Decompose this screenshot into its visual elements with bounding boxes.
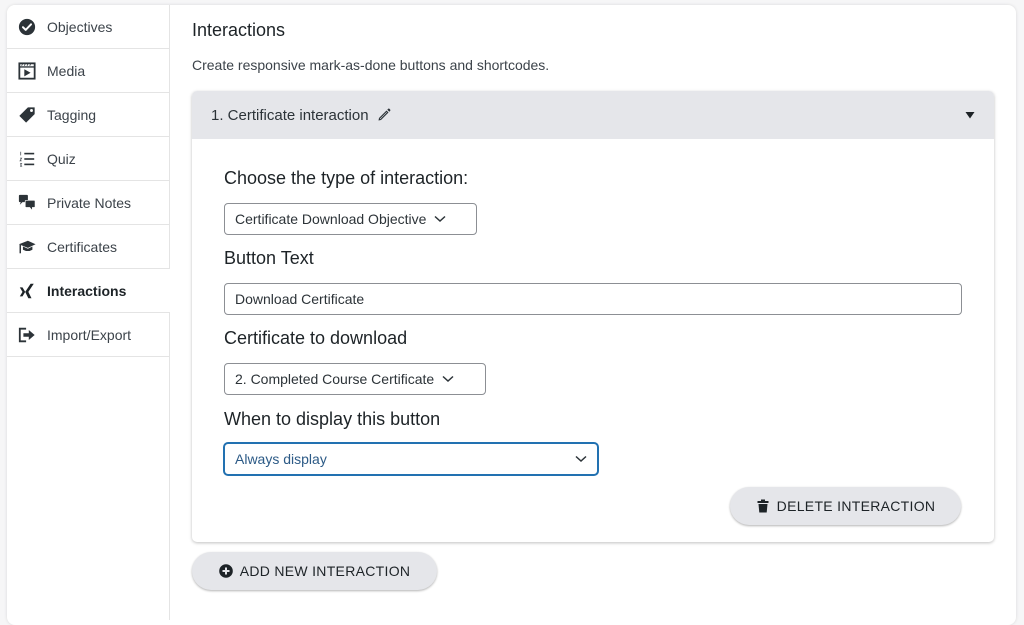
plus-circle-icon [218,564,233,578]
sidebar-item-certificates[interactable]: Certificates [7,225,169,269]
sidebar-item-label: Private Notes [47,194,132,211]
interaction-type-label: Choose the type of interaction: [224,168,469,188]
sidebar-item-media[interactable]: Media [7,49,169,93]
sidebar-item-label: Quiz [47,150,76,167]
export-icon [17,325,37,345]
page-description: Create responsive mark-as-done buttons a… [192,57,550,73]
collapse-caret-icon[interactable] [965,111,975,119]
button-text-label: Button Text [224,248,314,268]
interaction-card: 1. Certificate interaction Choose the ty… [192,91,994,542]
comments-icon [17,193,37,213]
graduation-cap-icon [17,237,37,257]
video-icon [17,61,37,81]
sidebar-item-private-notes[interactable]: Private Notes [7,181,169,225]
chevron-down-icon [442,375,454,383]
sidebar-item-label: Import/Export [47,326,132,343]
certificate-select[interactable]: 2. Completed Course Certificate [224,363,486,395]
interaction-type-select[interactable]: Certificate Download Objective [224,203,477,235]
display-condition-label: When to display this button [224,409,441,429]
sidebar-item-interactions[interactable]: Interactions [7,269,170,313]
interaction-card-header[interactable]: 1. Certificate interaction [192,91,994,139]
add-new-interaction-label: ADD NEW INTERACTION [239,563,411,579]
chevron-down-icon [434,215,446,223]
sidebar: Objectives Media Tagging Quiz Private No… [7,5,170,620]
numbered-list-icon [17,149,37,169]
sidebar-item-quiz[interactable]: Quiz [7,137,169,181]
interaction-type-value: Certificate Download Objective [235,211,427,227]
display-condition-select[interactable]: Always display [224,443,598,475]
display-condition-value: Always display [235,451,327,467]
add-new-interaction-button[interactable]: ADD NEW INTERACTION [192,552,437,590]
page-title: Interactions [192,20,286,40]
delete-interaction-label: DELETE INTERACTION [776,498,936,514]
sidebar-item-label: Interactions [47,282,127,299]
interactions-icon [17,281,37,301]
tag-icon [17,105,37,125]
sidebar-item-import-export[interactable]: Import/Export [7,313,169,357]
sidebar-item-label: Certificates [47,238,118,255]
sidebar-item-objectives[interactable]: Objectives [7,5,169,49]
delete-interaction-button[interactable]: DELETE INTERACTION [730,487,961,525]
pencil-icon[interactable] [377,108,391,122]
interaction-title: 1. Certificate interaction [211,106,369,124]
sidebar-item-tagging[interactable]: Tagging [7,93,169,137]
check-circle-icon [17,17,37,37]
button-text-input[interactable] [224,283,962,315]
certificate-label: Certificate to download [224,328,408,348]
sidebar-item-label: Objectives [47,18,113,35]
sidebar-item-label: Tagging [47,106,97,123]
certificate-value: 2. Completed Course Certificate [235,371,435,387]
trash-icon [756,499,770,513]
sidebar-item-label: Media [47,62,86,79]
chevron-down-icon [575,455,587,463]
